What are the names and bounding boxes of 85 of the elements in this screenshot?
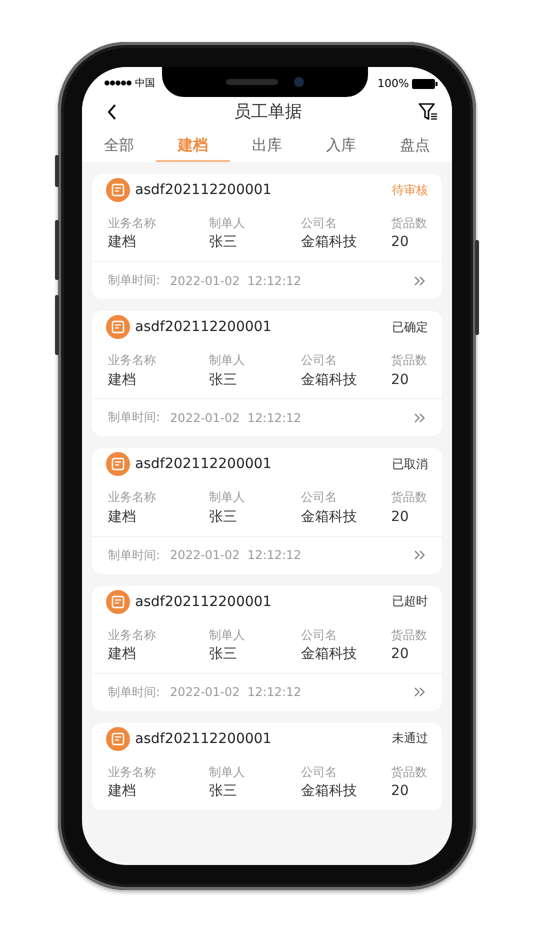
field-value: 金箱科技 — [301, 646, 358, 663]
field-label: 货品数 — [391, 216, 428, 230]
field-value: 建档 — [108, 372, 137, 388]
field-label: 业务名称 — [108, 353, 157, 368]
tab[interactable]: 出库 — [230, 131, 304, 162]
document-number: asdf202112200001 — [135, 319, 272, 336]
field-label: 业务名称 — [108, 490, 157, 505]
document-number: asdf202112200001 — [135, 730, 272, 747]
carrier-name: 中国 — [135, 76, 155, 90]
field-label: 公司名 — [301, 353, 338, 368]
field-label: 公司名 — [301, 216, 338, 230]
field-label: 公司名 — [301, 628, 338, 642]
status-label: 未通过 — [392, 730, 428, 748]
field-label: 制单人 — [209, 490, 246, 505]
field-value: 金箱科技 — [301, 783, 358, 800]
double-chevron-icon[interactable] — [414, 412, 426, 423]
double-chevron-icon[interactable] — [414, 276, 426, 286]
field-value: 张三 — [209, 783, 238, 800]
status-label: 已取消 — [392, 456, 428, 473]
field-label: 货品数 — [391, 490, 428, 505]
document-icon — [106, 452, 130, 476]
document-card[interactable]: asdf202112200001 未通过 业务名称 制单人 公司名 货品数 建档 张三 金箱科技 20 — [92, 722, 442, 811]
field-value: 建档 — [108, 508, 137, 526]
field-value: 张三 — [209, 646, 238, 663]
time-value: 2022-01-02 12:12:12 — [170, 548, 302, 562]
field-value: 20 — [391, 508, 410, 526]
field-value: 20 — [391, 372, 410, 388]
battery-percent: 100% — [378, 77, 409, 90]
tab[interactable]: 盘点 — [378, 131, 452, 162]
signal-icon — [104, 80, 132, 86]
field-value: 金箱科技 — [301, 508, 358, 526]
document-number: asdf202112200001 — [135, 456, 272, 472]
field-value: 张三 — [209, 372, 238, 388]
speaker-grille — [226, 79, 278, 85]
status-label: 已超时 — [392, 593, 428, 610]
document-card[interactable]: asdf202112200001 已取消 业务名称 制单人 公司名 货品数 建档 张三 金箱科技 20 制单时间: 2022-01-02 12:12:12 — [92, 448, 442, 574]
back-icon[interactable] — [106, 102, 118, 120]
page-title: 员工单据 — [234, 101, 302, 123]
double-chevron-icon[interactable] — [414, 687, 426, 698]
tab[interactable]: 全部 — [82, 131, 156, 162]
battery-icon — [412, 78, 438, 88]
field-value: 建档 — [108, 646, 137, 663]
field-value: 张三 — [209, 234, 238, 252]
field-value: 建档 — [108, 234, 137, 252]
time-label: 制单时间: — [108, 684, 160, 701]
field-value: 金箱科技 — [301, 372, 358, 388]
field-label: 业务名称 — [108, 628, 157, 642]
field-value: 建档 — [108, 783, 137, 800]
document-card[interactable]: asdf202112200001 已确定 业务名称 制单人 公司名 货品数 建档 张三 金箱科技 20 制单时间: 2022-01-02 12:12:12 — [92, 311, 442, 436]
field-label: 公司名 — [301, 490, 338, 505]
field-label: 公司名 — [301, 764, 338, 780]
status-label: 已确定 — [392, 318, 428, 336]
document-icon — [106, 726, 130, 751]
document-number: asdf202112200001 — [135, 594, 272, 610]
field-value: 金箱科技 — [301, 234, 358, 252]
field-value: 20 — [391, 234, 410, 252]
status-label: 待审核 — [392, 182, 428, 198]
document-icon — [106, 315, 130, 340]
field-label: 制单人 — [209, 628, 246, 642]
field-label: 业务名称 — [108, 764, 157, 780]
double-chevron-icon[interactable] — [414, 550, 426, 560]
document-number: asdf202112200001 — [135, 182, 272, 198]
time-value: 2022-01-02 12:12:12 — [170, 685, 302, 700]
field-label: 货品数 — [391, 628, 428, 642]
time-label: 制单时间: — [108, 409, 160, 426]
field-value: 张三 — [209, 508, 238, 526]
document-icon — [106, 178, 130, 202]
filter-icon[interactable] — [418, 102, 438, 122]
time-value: 2022-01-02 12:12:12 — [170, 410, 302, 425]
tab[interactable]: 入库 — [304, 131, 378, 162]
time-value: 2022-01-02 12:12:12 — [170, 274, 302, 288]
field-value: 20 — [391, 646, 410, 663]
document-icon — [106, 590, 130, 614]
time-label: 制单时间: — [108, 272, 160, 290]
document-card[interactable]: asdf202112200001 已超时 业务名称 制单人 公司名 货品数 建档 张三 金箱科技 20 制单时间: 2022-01-02 12:12:12 — [92, 586, 442, 711]
field-value: 20 — [391, 783, 410, 800]
field-label: 制单人 — [209, 764, 246, 780]
time-label: 制单时间: — [108, 546, 160, 564]
field-label: 业务名称 — [108, 216, 157, 230]
field-label: 制单人 — [209, 216, 246, 230]
field-label: 制单人 — [209, 353, 246, 368]
camera-lens — [294, 77, 304, 87]
document-card[interactable]: asdf202112200001 待审核 业务名称 制单人 公司名 货品数 建档 张三 金箱科技 20 制单时间: 2022-01-02 12:12:12 — [92, 174, 442, 300]
field-label: 货品数 — [391, 353, 428, 368]
field-label: 货品数 — [391, 764, 428, 780]
